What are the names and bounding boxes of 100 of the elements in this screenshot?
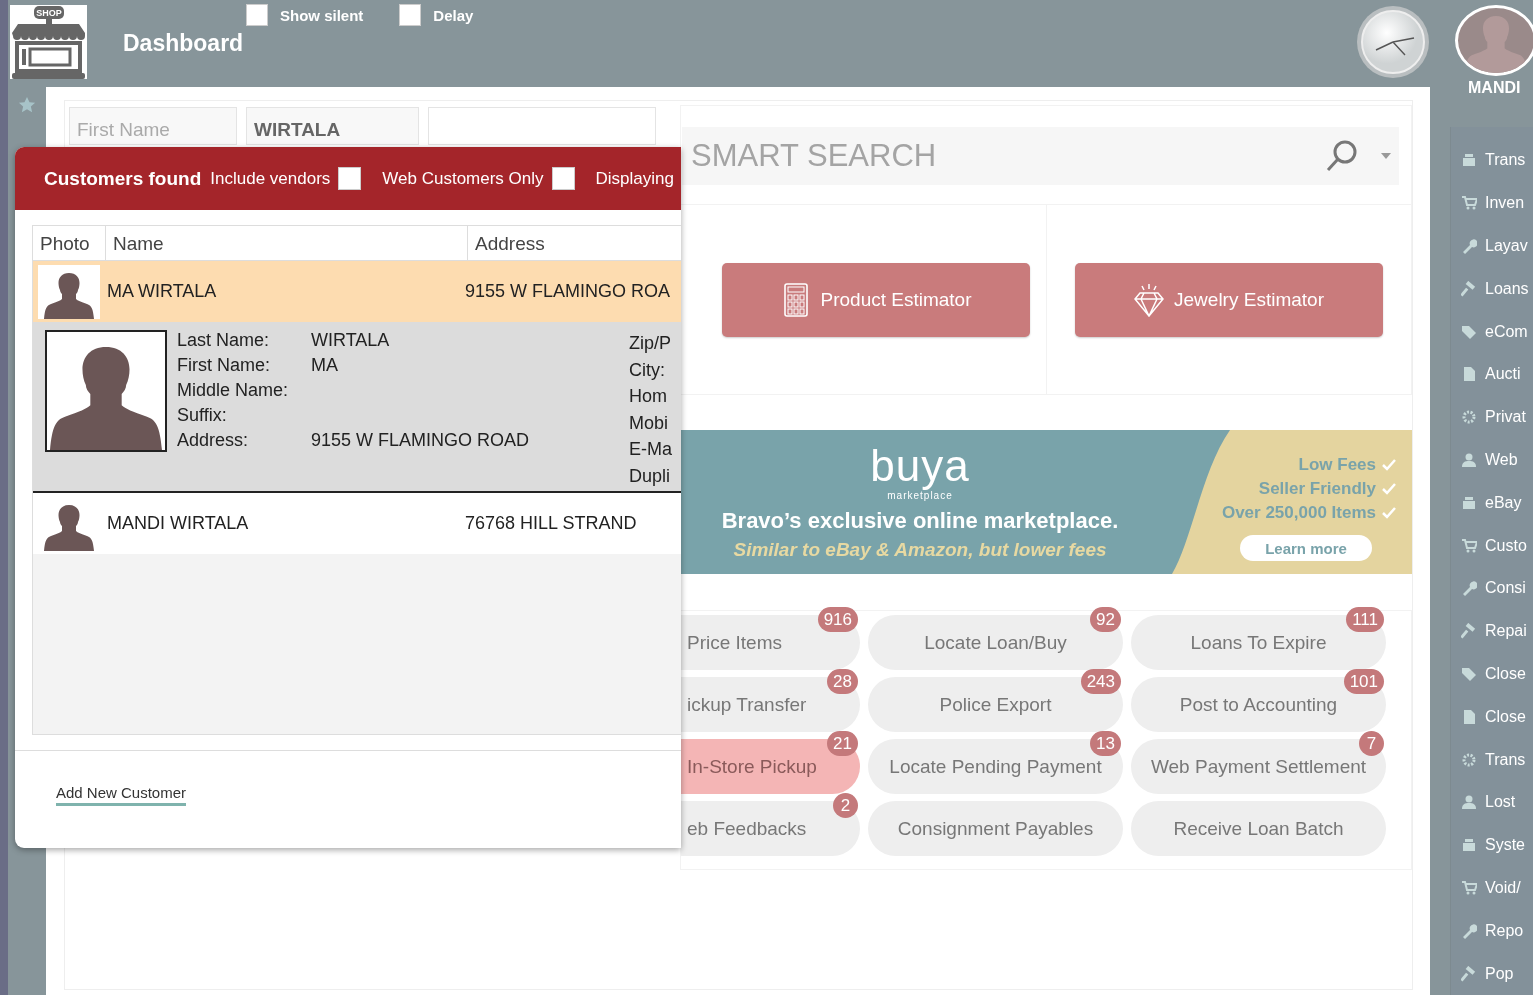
detail-label: Mobi bbox=[629, 411, 669, 435]
detail-value: WIRTALA bbox=[311, 330, 391, 352]
count-badge: 243 bbox=[1080, 669, 1121, 694]
menu-item[interactable]: Lost bbox=[1451, 781, 1533, 824]
estimator-button[interactable]: Jewelry Estimator bbox=[1075, 262, 1383, 337]
menu-item[interactable]: Layav bbox=[1451, 224, 1533, 268]
action-button[interactable]: Receive Loan Batch bbox=[1131, 801, 1386, 856]
menu-item[interactable]: Trans bbox=[1451, 738, 1533, 781]
checkbox[interactable] bbox=[338, 167, 362, 190]
text-field[interactable]: WIRTALA bbox=[246, 107, 419, 145]
count-badge: 111 bbox=[1346, 607, 1384, 632]
menu-item[interactable]: Inven bbox=[1451, 181, 1533, 225]
detail-label: Dupli bbox=[629, 464, 672, 488]
checkbox[interactable] bbox=[399, 4, 422, 26]
cart-icon bbox=[1461, 537, 1477, 554]
customer-name: MANDI WIRTALA bbox=[106, 513, 250, 534]
status-text: Displaying bbox=[595, 168, 674, 189]
count-badge: 101 bbox=[1343, 669, 1384, 694]
search-bar[interactable]: SMART SEARCH bbox=[682, 127, 1399, 185]
search-icon[interactable] bbox=[1325, 139, 1359, 173]
user-name: MANDI bbox=[1468, 79, 1521, 98]
cart-icon bbox=[1461, 880, 1477, 896]
detail-value: 9155 W FLAMINGO ROAD bbox=[311, 430, 531, 452]
option-label: Delay bbox=[433, 6, 474, 24]
hammer-icon bbox=[1461, 623, 1477, 640]
check-icon bbox=[1382, 506, 1396, 520]
caret-icon[interactable] bbox=[1381, 153, 1391, 159]
count-badge: 2 bbox=[833, 793, 858, 818]
checkbox[interactable] bbox=[551, 167, 575, 190]
count-badge: 92 bbox=[1090, 607, 1121, 632]
cart-icon bbox=[1461, 195, 1477, 212]
option-label: Include vendors bbox=[210, 168, 331, 189]
count-badge: 7 bbox=[1359, 731, 1384, 756]
tag-icon bbox=[1461, 323, 1477, 340]
menu-item[interactable]: eBay bbox=[1451, 481, 1533, 525]
menu-item[interactable]: Syste bbox=[1451, 823, 1533, 867]
wrench-icon bbox=[1461, 238, 1477, 255]
menu-item[interactable]: Loans bbox=[1451, 267, 1533, 311]
logo-text: SHOP bbox=[36, 8, 62, 18]
diamond-icon bbox=[1134, 282, 1165, 317]
menu-item[interactable]: Custo bbox=[1451, 524, 1533, 568]
person-icon bbox=[1461, 794, 1477, 811]
detail-label: Zip/P bbox=[629, 332, 672, 355]
page-title: Dashboard bbox=[123, 30, 245, 57]
detail-label: First Name: bbox=[177, 355, 271, 377]
table-row[interactable]: MA WIRTALA 9155 W FLAMINGO ROA bbox=[33, 261, 681, 322]
tag-icon bbox=[1461, 666, 1477, 682]
add-customer-link[interactable]: Add New Customer bbox=[56, 784, 187, 806]
star-icon[interactable] bbox=[18, 96, 36, 114]
register-icon bbox=[1461, 152, 1477, 169]
checkbox[interactable] bbox=[246, 4, 268, 26]
menu-item[interactable]: Privat bbox=[1451, 395, 1533, 439]
option-label: Web Customers Only bbox=[382, 168, 544, 189]
hammer-icon bbox=[1461, 280, 1477, 297]
wrench-icon bbox=[1461, 580, 1477, 597]
count-badge: 916 bbox=[817, 607, 858, 632]
menu-item[interactable]: Aucti bbox=[1451, 353, 1533, 396]
menu-item[interactable]: Trans bbox=[1451, 139, 1533, 182]
search-field[interactable]: SMART SEARCH bbox=[682, 137, 1325, 175]
menu-item[interactable]: Pop bbox=[1451, 952, 1533, 995]
clock-icon bbox=[1356, 5, 1430, 79]
menu-item[interactable]: Consi bbox=[1451, 567, 1533, 610]
ad-banner[interactable]: buya marketplace Bravo’s exclusive online marketplace. Similar to eBay & Amazon, but lower fees Low Fees Seller Friendly Over 250,000 Items Learn more bbox=[680, 430, 1412, 574]
menu-item[interactable]: Close bbox=[1451, 652, 1533, 696]
feature-text: Low Fees bbox=[1298, 454, 1376, 476]
dialog-title: Customers found bbox=[44, 167, 202, 190]
register-icon bbox=[1461, 837, 1477, 854]
count-badge: 28 bbox=[827, 669, 858, 694]
menu-item[interactable]: Repai bbox=[1451, 609, 1533, 653]
menu-item[interactable]: Repo bbox=[1451, 909, 1533, 953]
table-row[interactable]: MANDI WIRTALA 76768 HILL STRAND bbox=[33, 493, 681, 554]
learn-more-button[interactable]: Learn more bbox=[1240, 535, 1372, 561]
feature-text: Over 250,000 Items bbox=[1221, 502, 1376, 524]
menu-item[interactable]: eCom bbox=[1451, 310, 1533, 354]
check-icon bbox=[1382, 482, 1396, 496]
customer-name: MA WIRTALA bbox=[106, 281, 218, 302]
column-header[interactable]: Address bbox=[467, 226, 681, 260]
banner-headline: Bravo’s exclusive online marketplace. bbox=[721, 508, 1119, 534]
estimator-button[interactable]: Product Estimator bbox=[722, 262, 1030, 337]
document-icon bbox=[1461, 708, 1477, 725]
menu-item[interactable]: Void/ bbox=[1451, 866, 1533, 910]
detail-label: Middle Name: bbox=[177, 380, 290, 402]
column-header[interactable]: Photo bbox=[33, 226, 105, 260]
banner-tagline: Similar to eBay & Amazon, but lower fees bbox=[733, 539, 1107, 561]
count-badge: 13 bbox=[1090, 731, 1121, 756]
menu-item[interactable]: Web bbox=[1451, 438, 1533, 482]
menu-item[interactable]: Close bbox=[1451, 695, 1533, 739]
brand-subtitle: marketplace bbox=[887, 490, 953, 502]
register-icon bbox=[1461, 494, 1477, 511]
customer-address: 9155 W FLAMINGO ROA bbox=[465, 281, 671, 302]
detail-label: City: bbox=[629, 358, 666, 382]
column-header[interactable]: Name bbox=[105, 226, 467, 260]
text-field[interactable]: First Name bbox=[69, 107, 237, 145]
text-field[interactable] bbox=[428, 107, 656, 145]
brand-logo: buya bbox=[870, 442, 970, 490]
gear-icon bbox=[1461, 751, 1477, 768]
detail-label: Hom bbox=[629, 385, 668, 408]
hammer-icon bbox=[1461, 965, 1477, 982]
action-button[interactable]: Consignment Payables bbox=[868, 801, 1123, 856]
detail-label: Address: bbox=[177, 430, 250, 452]
